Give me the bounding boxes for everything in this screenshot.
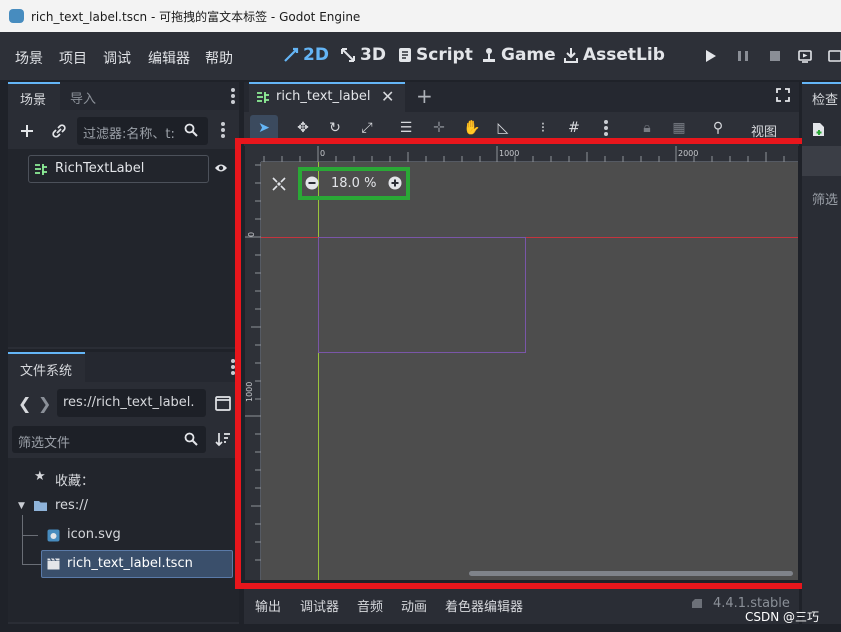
- godot-logo-icon: [9, 9, 24, 23]
- bottom-tab-debugger[interactable]: 调试器: [300, 596, 339, 615]
- bone-icon[interactable]: ⚲: [710, 120, 726, 136]
- workspace-3d-label: 3D: [360, 45, 386, 65]
- move-mode-icon[interactable]: ✥: [295, 120, 311, 136]
- run-current-scene-icon[interactable]: [798, 49, 812, 63]
- selectable-nodes-icon[interactable]: ☰: [398, 120, 414, 136]
- search-icon: [184, 432, 198, 446]
- tab-filesystem-label: 文件系统: [20, 364, 73, 379]
- close-tab-icon[interactable]: ✕: [381, 87, 394, 106]
- instantiate-scene-icon[interactable]: [51, 123, 67, 139]
- scene-file-icon: [47, 558, 60, 570]
- scene-dock-menu-icon[interactable]: [231, 88, 235, 104]
- script-icon: [399, 48, 411, 62]
- play-icon[interactable]: [704, 49, 718, 63]
- workspace-2d[interactable]: 2D: [283, 45, 329, 65]
- tab-scene-label: 场景: [20, 93, 47, 108]
- bottom-tab-shader-editor[interactable]: 着色器编辑器: [445, 596, 523, 615]
- res-root-label[interactable]: res://: [55, 498, 88, 513]
- add-tab-icon[interactable]: +: [416, 84, 433, 108]
- menu-help[interactable]: 帮助: [205, 48, 233, 68]
- visibility-eye-icon[interactable]: [214, 162, 228, 174]
- 3d-icon: [341, 48, 355, 62]
- tab-inspector-label: 检查: [812, 93, 839, 108]
- workspace-2d-label: 2D: [303, 45, 329, 65]
- workspace-script-label: Script: [416, 45, 473, 65]
- rich-text-label-icon: [35, 164, 47, 175]
- lock-icon[interactable]: 🔒︎: [639, 120, 655, 136]
- workspace-3d[interactable]: 3D: [340, 45, 386, 65]
- file-rich-text-label: rich_text_label.tscn: [67, 556, 193, 571]
- path-field[interactable]: res://rich_text_label.: [57, 389, 206, 417]
- star-icon: ★: [34, 469, 46, 484]
- folder-icon: [34, 501, 47, 511]
- expand-chevron-icon[interactable]: ▼: [18, 501, 25, 511]
- inspector-object-bar: [802, 146, 841, 176]
- rotate-mode-icon[interactable]: ↻: [327, 120, 343, 136]
- search-icon: [184, 123, 198, 137]
- grid-snap-icon[interactable]: #: [566, 120, 582, 136]
- tab-scene-file[interactable]: rich_text_label ✕: [249, 82, 405, 112]
- tab-scene[interactable]: 场景: [8, 82, 60, 110]
- favorites-label[interactable]: 收藏：: [55, 470, 94, 489]
- window-title: rich_text_label.tscn - 可拖拽的富文本标签 - Godot…: [31, 10, 361, 24]
- file-filter-input[interactable]: 筛选文件: [12, 426, 206, 453]
- game-icon: [483, 48, 495, 62]
- ruler-mode-icon[interactable]: ◺: [495, 120, 511, 136]
- forward-icon[interactable]: ❯: [38, 394, 51, 413]
- workspace-game[interactable]: Game: [481, 45, 556, 65]
- inspector-filter-input[interactable]: 筛选: [812, 189, 838, 208]
- file-icon-svg[interactable]: icon.svg: [67, 527, 121, 542]
- snap-options-icon[interactable]: [604, 120, 608, 136]
- split-view-icon[interactable]: [215, 396, 231, 411]
- add-node-icon[interactable]: [20, 124, 34, 138]
- filesystem-dock: 文件系统 ❮ ❯ res://rich_text_label. 筛选文件 ★ 收…: [8, 352, 239, 624]
- workspace-game-label: Game: [501, 45, 556, 65]
- highlight-canvas-box: [235, 138, 810, 589]
- bottom-tab-output[interactable]: 输出: [255, 596, 281, 615]
- svg-file-icon: [47, 529, 60, 542]
- new-resource-icon[interactable]: [812, 122, 826, 137]
- godot-version-icon: [692, 599, 702, 608]
- group-icon[interactable]: ▦: [671, 120, 687, 136]
- pause-icon[interactable]: [736, 49, 750, 63]
- workspace-assetlib[interactable]: AssetLib: [563, 45, 665, 65]
- workspace-script[interactable]: Script: [398, 45, 473, 65]
- watermark: CSDN @三巧: [745, 610, 820, 624]
- tree-guide-branch: [22, 564, 42, 565]
- select-mode-icon: ➤: [258, 120, 270, 136]
- menu-editor[interactable]: 编辑器: [148, 48, 190, 68]
- menu-bar: 场景 项目 调试 编辑器 帮助 2D 3D Script Game AssetL…: [0, 32, 841, 80]
- highlight-zoom-box: [298, 167, 410, 200]
- menu-debug[interactable]: 调试: [103, 48, 131, 68]
- rich-text-label-icon: [257, 92, 269, 103]
- tab-scene-file-label: rich_text_label: [276, 89, 371, 104]
- sort-icon[interactable]: [215, 431, 231, 447]
- run-custom-scene-icon[interactable]: [828, 49, 841, 63]
- root-node-label: RichTextLabel: [55, 161, 145, 176]
- scale-mode-icon[interactable]: ⤢: [359, 120, 375, 136]
- tree-guide-line: [22, 515, 23, 565]
- menu-project[interactable]: 项目: [59, 48, 87, 68]
- tab-filesystem[interactable]: 文件系统: [8, 352, 85, 382]
- pan-mode-icon[interactable]: ✋: [463, 120, 480, 136]
- download-icon: [564, 48, 578, 63]
- distraction-free-icon[interactable]: [776, 88, 790, 102]
- scene-dock: 场景 导入 过滤器:名称、t: RichTextLabel: [8, 82, 239, 349]
- pivot-mode-icon[interactable]: ✛: [431, 120, 447, 136]
- 2d-icon: [284, 47, 299, 62]
- scene-tree-root-node[interactable]: RichTextLabel: [28, 155, 209, 183]
- stop-icon[interactable]: [768, 49, 782, 63]
- scene-filter-menu-icon[interactable]: [221, 122, 225, 138]
- workspace-assetlib-label: AssetLib: [583, 45, 665, 65]
- tree-guide-branch: [22, 535, 38, 536]
- bottom-tab-audio[interactable]: 音频: [357, 596, 383, 615]
- menu-scene[interactable]: 场景: [15, 48, 43, 68]
- bottom-tab-animation[interactable]: 动画: [401, 596, 427, 615]
- inspector-dock: 检查 筛选: [802, 82, 841, 624]
- tab-import[interactable]: 导入: [70, 88, 96, 107]
- smart-snap-icon[interactable]: ⁝: [535, 120, 551, 136]
- title-bar: rich_text_label.tscn - 可拖拽的富文本标签 - Godot…: [0, 0, 841, 32]
- back-icon[interactable]: ❮: [18, 394, 31, 413]
- tab-inspector[interactable]: 检查: [802, 82, 841, 110]
